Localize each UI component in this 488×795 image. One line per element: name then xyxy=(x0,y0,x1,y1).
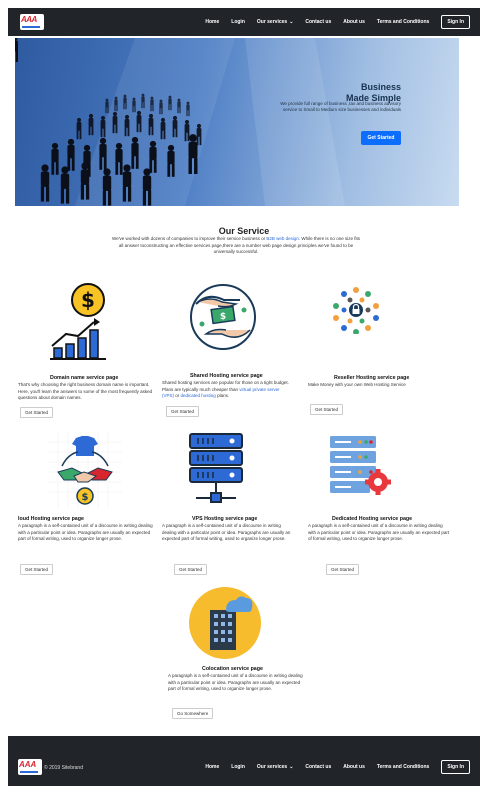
dedicated-hosting-link[interactable]: dedicated hosting xyxy=(181,393,216,398)
nav-about-us[interactable]: About us xyxy=(343,19,365,25)
server-rack-icon xyxy=(189,433,243,503)
brand-logo-bar xyxy=(22,26,40,28)
hero-title-line1: Business xyxy=(360,82,401,92)
get-started-button-vps[interactable]: Get Started xyxy=(174,564,208,575)
service-title-vps: VPS Hosting service page xyxy=(192,516,258,522)
business-crowd-image xyxy=(15,38,345,206)
footer-brand-logo[interactable]: AAA xyxy=(18,759,42,775)
get-started-button-cloud[interactable]: Get Started xyxy=(20,564,54,575)
nav-our-services-label: Our services xyxy=(256,19,288,25)
hands-money-icon: $ xyxy=(190,284,256,350)
service-title-domain: Domain name service page xyxy=(50,375,119,381)
sign-in-button[interactable]: Sign In xyxy=(441,15,470,29)
footer-login[interactable]: Login xyxy=(231,764,245,770)
service-text-shared-c: plans. xyxy=(215,393,230,398)
svg-text:$: $ xyxy=(81,288,95,312)
nav-terms[interactable]: Terms and Conditions xyxy=(377,19,429,25)
footer-terms[interactable]: Terms and Conditions xyxy=(377,764,429,770)
service-card-dedicated: Dedicated Hosting service page A paragra… xyxy=(306,430,456,580)
services-intro-a: We've worked with dozens of companies to… xyxy=(112,236,267,241)
nav-login[interactable]: Login xyxy=(231,19,245,25)
service-text-dedicated: A paragraph is a self-contained unit of … xyxy=(308,523,450,541)
service-text-colocation: A paragraph is a self-contained unit of … xyxy=(168,673,303,691)
service-title-dedicated: Dedicated Hosting service page xyxy=(332,516,413,522)
service-card-colocation: Colocation service page A paragraph is a… xyxy=(168,586,318,724)
footer-sign-in-button[interactable]: Sign In xyxy=(441,760,470,774)
get-started-button-domain[interactable]: Get Started xyxy=(20,407,54,418)
service-title-reseller: Reseller Hosting service page xyxy=(334,375,410,381)
footer-our-services[interactable]: Our services ⌄ xyxy=(257,764,294,770)
growth-chart-dollar-icon: $ xyxy=(50,283,106,360)
chevron-down-icon: ⌄ xyxy=(289,764,294,770)
footer-copyright: © 2019 Sitebrand xyxy=(44,765,83,771)
service-text-shared: Shared hosting services are popular for … xyxy=(162,380,290,400)
service-card-vps: VPS Hosting service page A paragraph is … xyxy=(162,430,302,580)
footer-home[interactable]: Home xyxy=(205,764,219,770)
get-started-button-shared[interactable]: Get Started xyxy=(166,406,200,417)
chevron-down-icon: ⌄ xyxy=(289,19,294,25)
footer-our-services-label: Our services xyxy=(256,764,288,770)
nav-links: Home Login Our services ⌄ Contact us Abou… xyxy=(205,8,470,36)
footer-about-us[interactable]: About us xyxy=(343,764,365,770)
building-cloud-icon xyxy=(189,587,261,659)
handshake-exchange-icon: $ xyxy=(48,432,122,508)
service-title-colocation: Colocation service page xyxy=(202,666,263,672)
service-text-cloud: A paragraph is a self-contained unit of … xyxy=(18,523,153,541)
hero-get-started-button[interactable]: Get Started xyxy=(361,131,401,145)
brand-logo-text: AAA xyxy=(21,15,37,24)
get-started-button-dedicated[interactable]: Get Started xyxy=(326,564,360,575)
nav-contact-us[interactable]: Contact us xyxy=(305,19,331,25)
service-text-vps: A paragraph is a self-contained unit of … xyxy=(162,523,291,541)
service-title-shared: Shared Hosting service page xyxy=(190,373,263,379)
svg-text:$: $ xyxy=(82,492,89,503)
nav-home[interactable]: Home xyxy=(205,19,219,25)
footer: AAA © 2019 Sitebrand Home Login Our serv… xyxy=(8,736,480,786)
service-text-reseller: Make Money with your own Web Hosting Ser… xyxy=(308,382,406,387)
network-lock-icon xyxy=(333,287,379,334)
service-title-cloud: loud Hosting service page xyxy=(18,516,84,522)
services-intro: We've worked with dozens of companies to… xyxy=(112,236,360,256)
server-gear-icon xyxy=(330,436,391,495)
services-title: Our Service xyxy=(218,226,270,236)
go-somewhere-button[interactable]: Go Somewhere xyxy=(172,708,214,719)
service-text-domain: That's why choosing the right business d… xyxy=(18,382,153,400)
hero-banner: Business Made Simple We provide full ran… xyxy=(15,38,459,206)
get-started-button-reseller[interactable]: Get Started xyxy=(310,404,344,415)
service-card-shared: $ Shared Hosting service page Shared hos… xyxy=(162,278,292,418)
top-navbar: AAA Home Login Our services ⌄ Contact us … xyxy=(8,8,480,36)
service-card-reseller: Reseller Hosting service page Make Money… xyxy=(306,278,456,418)
footer-logo-text: AAA xyxy=(19,760,37,769)
brand-logo[interactable]: AAA xyxy=(20,14,44,30)
hero-description: We provide full range of business ,tax a… xyxy=(280,101,401,112)
footer-logo-bar xyxy=(20,771,38,773)
service-card-cloud: $ loud Hosting service page A paragraph … xyxy=(18,430,158,580)
service-card-domain: $ Domain name service page That's why ch… xyxy=(18,278,158,418)
svg-text:$: $ xyxy=(220,312,226,322)
footer-links: Home Login Our services ⌄ Contact us Abou… xyxy=(205,760,470,774)
nav-our-services[interactable]: Our services ⌄ xyxy=(257,19,294,25)
footer-contact-us[interactable]: Contact us xyxy=(305,764,331,770)
b2b-web-design-link[interactable]: B2B web design xyxy=(266,236,299,241)
